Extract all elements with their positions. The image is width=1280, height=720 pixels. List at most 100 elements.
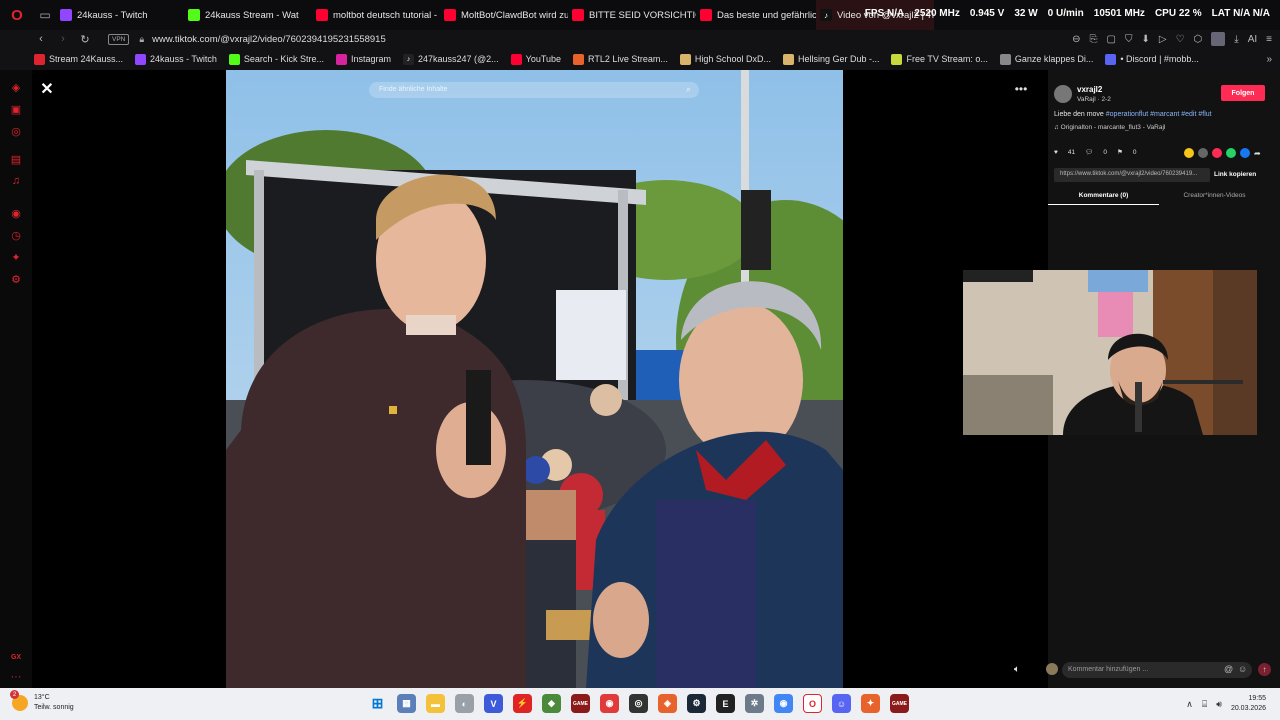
close-icon[interactable]: ✕ [38, 80, 56, 98]
play-icon[interactable]: ▷ [1159, 34, 1167, 45]
game-app-icon[interactable]: GAME [571, 694, 590, 713]
copy-link-button[interactable]: Link kopieren [1214, 171, 1256, 178]
tab-yt-1[interactable]: moltbot deutsch tutorial - [312, 0, 440, 30]
comment-icon[interactable]: 💬︎ [1085, 148, 1093, 156]
epic-games-icon[interactable]: E [716, 694, 735, 713]
mouse-app-icon[interactable]: ◐ [455, 694, 474, 713]
volume-icon[interactable]: 🔈︎ [1014, 664, 1020, 675]
tab-creator-videos[interactable]: Creator*innen-Videos [1159, 192, 1270, 205]
more-bookmarks-icon[interactable]: » [1266, 54, 1272, 65]
settings-icon[interactable]: ⚙ [9, 272, 23, 286]
bookmark-item[interactable]: RTL2 Live Stream... [573, 53, 668, 65]
bookmark-item[interactable]: Instagram [335, 53, 391, 65]
obs-icon[interactable]: ◎ [629, 694, 648, 713]
follow-button[interactable]: Folgen [1221, 85, 1265, 101]
clock[interactable]: 19:55 20.03.2026 [1231, 694, 1266, 714]
sidebar-more-icon[interactable]: ··· [9, 670, 23, 684]
tray-chevron-icon[interactable]: ∧ [1186, 699, 1193, 710]
bookmark-item[interactable]: ♪ 247kauss247 (@2... [402, 53, 499, 65]
more-options-icon[interactable]: ••• [1012, 82, 1030, 96]
facebook-icon[interactable] [1240, 148, 1250, 158]
bookmark-icon[interactable]: ⎘ [1090, 34, 1098, 45]
speaker-icon[interactable]: 🔊︎ [1216, 699, 1222, 710]
bookmark-item[interactable]: Search - Kick Stre... [228, 53, 324, 65]
send-icon[interactable]: ↑ [1258, 663, 1271, 676]
username[interactable]: vxrajl2 [1077, 85, 1102, 94]
game-app-2-icon[interactable]: GAME [890, 694, 909, 713]
launcher-icon[interactable]: ◈ [658, 694, 677, 713]
heart-icon[interactable]: ♡ [1176, 34, 1185, 45]
tiktok-share-icon[interactable] [1212, 148, 1222, 158]
url-field[interactable]: www.tiktok.com/@vxrajl2/video/7602394195… [152, 34, 386, 45]
bookmark-item[interactable]: • Discord | #mobb... [1105, 53, 1199, 65]
tab-comments[interactable]: Kommentare (0) [1048, 192, 1159, 205]
opera-gx-icon[interactable]: O [803, 694, 822, 713]
chrome-icon[interactable]: ◉ [774, 694, 793, 713]
tab-yt-3[interactable]: BITTE SEID VORSICHTIG [568, 0, 696, 30]
menu-icon[interactable]: ≡ [1266, 34, 1272, 45]
aria-icon[interactable]: ◈ [9, 80, 23, 94]
record-app-icon[interactable]: ◉ [600, 694, 619, 713]
tab-twitch[interactable]: 24kauss - Twitch [56, 0, 184, 30]
steam-icon[interactable]: ⚙ [687, 694, 706, 713]
discord-icon[interactable]: ☺ [832, 694, 851, 713]
whatsapp-icon[interactable] [1226, 148, 1236, 158]
gx-icon[interactable]: GX [9, 650, 23, 664]
avatar[interactable] [1054, 85, 1072, 103]
share-arrow-icon[interactable]: ➦ [1254, 149, 1261, 158]
bookmark-item[interactable]: High School DxD... [679, 53, 771, 65]
video-link-field[interactable]: https://www.tiktok.com/@vxrajl2/video/76… [1054, 168, 1210, 182]
profile-avatar[interactable] [1211, 32, 1226, 46]
shield-icon[interactable]: ⛉ [1125, 34, 1133, 45]
file-explorer-icon[interactable]: ▬ [426, 694, 445, 713]
bookmark-item[interactable]: Ganze klappes Di... [999, 53, 1093, 65]
fire-app-icon[interactable]: ✦ [861, 694, 880, 713]
save-bookmark-icon[interactable]: ⚑ [1117, 148, 1123, 156]
crypto-wallet-icon[interactable]: ▣ [9, 102, 23, 116]
extensions-icon[interactable]: ⬡ [1194, 34, 1203, 45]
video-search-input[interactable]: Finde ähnliche Inhalte ⌕ [369, 82, 699, 98]
like-icon[interactable]: ♥ [1054, 149, 1058, 156]
mention-icon[interactable]: @ [1224, 664, 1233, 674]
vpn-badge[interactable]: VPN [108, 33, 130, 45]
bookmark-item[interactable]: Hellsing Ger Dub -... [782, 53, 879, 65]
bookmark-item[interactable]: Stream 24Kauss... [34, 53, 123, 65]
snapshot-icon[interactable]: ▢ [1107, 34, 1116, 45]
reload-icon[interactable]: ↻ [76, 30, 94, 48]
lock-icon[interactable]: 🔒︎ [139, 34, 144, 45]
emoji-icon[interactable]: ☺ [1238, 664, 1247, 674]
opera-logo-icon[interactable]: O [0, 0, 34, 30]
network-icon[interactable]: ⌸ [1202, 699, 1207, 710]
minecraft-icon[interactable]: ◆ [542, 694, 561, 713]
back-icon[interactable]: ‹ [32, 30, 50, 48]
save-icon[interactable]: ⤓ [1234, 34, 1238, 45]
emoji-share-icon[interactable] [1184, 148, 1194, 158]
download-icon[interactable]: ⬇ [1141, 34, 1149, 45]
weather-widget[interactable]: 2 13°C Teilw. sonnig [10, 690, 74, 713]
ai-icon[interactable]: AI [1248, 34, 1257, 45]
red-app-icon[interactable]: ⚡ [513, 694, 532, 713]
vegas-icon[interactable]: V [484, 694, 503, 713]
forward-icon[interactable]: › [54, 30, 72, 48]
embed-icon[interactable] [1198, 148, 1208, 158]
twitch-sidebar-icon[interactable]: ▤ [9, 152, 23, 166]
tab-menu-icon[interactable]: ▭ [34, 0, 56, 30]
bookmark-item[interactable]: YouTube [510, 53, 561, 65]
tab-yt-2[interactable]: MoltBot/ClawdBot wird zu [440, 0, 568, 30]
extensions-sidebar-icon[interactable]: ✦ [9, 250, 23, 264]
settings-app-icon[interactable]: ✲ [745, 694, 764, 713]
calculator-icon[interactable]: ▦ [397, 694, 416, 713]
history-icon[interactable]: ◷ [9, 228, 23, 242]
sound-link[interactable]: ♫ Originalton - marcante_flut3 - VaRajl [1054, 124, 1165, 131]
zoom-icon[interactable]: ⊖ [1072, 34, 1080, 45]
tab-kick[interactable]: 24kauss Stream - Wat [184, 0, 312, 30]
player-icon[interactable]: ◉ [9, 206, 23, 220]
messenger-icon[interactable]: ◎ [9, 124, 23, 138]
tab-yt-4[interactable]: Das beste und gefährlichs [696, 0, 816, 30]
music-icon[interactable]: ♫ [9, 174, 23, 188]
bookmark-item[interactable]: Free TV Stream: o... [891, 53, 988, 65]
windows-start-icon[interactable]: ⊞ [368, 694, 387, 713]
caption-hashtags[interactable]: #operationflut #marcant #edit #flut [1106, 111, 1212, 118]
bookmark-item[interactable]: 24kauss - Twitch [135, 53, 217, 65]
video-frame[interactable] [226, 70, 843, 688]
